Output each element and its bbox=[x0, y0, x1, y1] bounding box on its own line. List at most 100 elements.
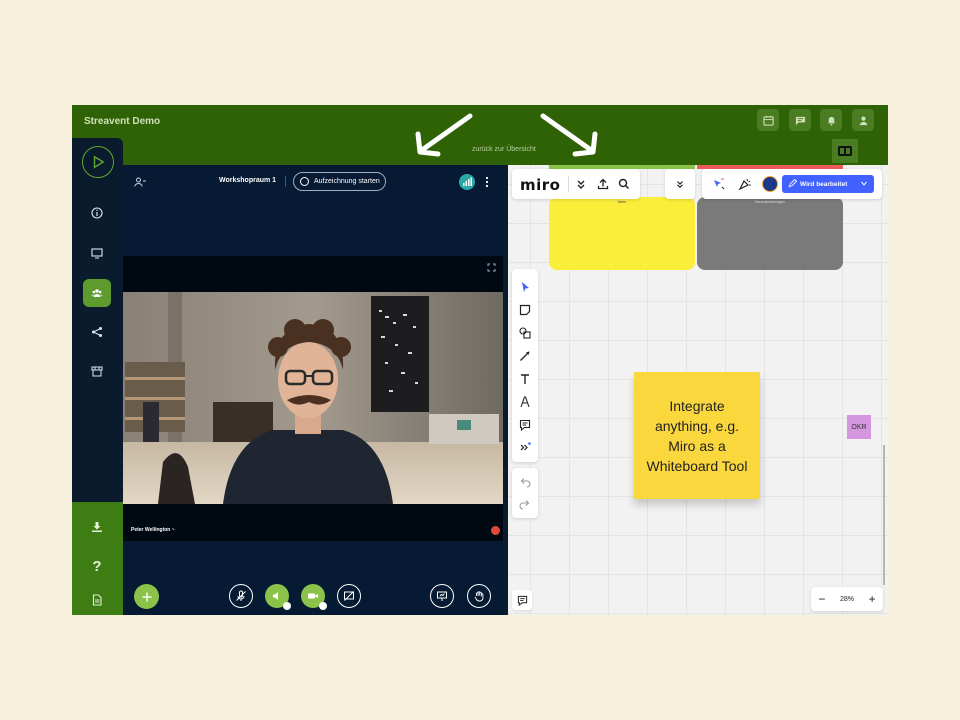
bell-icon bbox=[827, 116, 835, 126]
more-tools-icon[interactable] bbox=[519, 441, 531, 453]
sidebar-item-documents[interactable] bbox=[83, 586, 111, 614]
sidebar-item-share[interactable] bbox=[83, 318, 111, 346]
redo-icon[interactable] bbox=[519, 498, 531, 510]
sidebar-item-stage[interactable] bbox=[83, 239, 111, 267]
miro-logo[interactable]: miro bbox=[520, 176, 560, 194]
upload-icon[interactable] bbox=[597, 178, 609, 190]
frame-ideas[interactable]: Ideen bbox=[549, 197, 695, 270]
start-recording-button[interactable]: Aufzeichnung starten bbox=[293, 172, 386, 191]
double-chevron-down-icon[interactable] bbox=[575, 178, 587, 190]
avatar[interactable] bbox=[762, 176, 778, 192]
notifications-button[interactable] bbox=[820, 109, 842, 131]
comment-tool-icon[interactable] bbox=[519, 419, 531, 431]
info-icon bbox=[91, 207, 103, 219]
vertical-scrollbar[interactable] bbox=[883, 445, 885, 585]
store-icon bbox=[91, 366, 103, 377]
zoom-level: 28% bbox=[839, 595, 854, 603]
double-chevron-down-icon bbox=[677, 181, 683, 189]
participant-video-tile[interactable]: Peter Wellington ~ bbox=[123, 256, 503, 541]
sidebar-item-workshops[interactable] bbox=[83, 279, 111, 307]
frame-challenges-label: Herausforderungen bbox=[754, 200, 786, 204]
sidebar-item-info[interactable] bbox=[83, 199, 111, 227]
record-icon bbox=[300, 177, 309, 186]
camera-icon bbox=[308, 593, 318, 599]
miro-main-menu: miro bbox=[512, 169, 640, 199]
okr-sticky-note[interactable]: OKR bbox=[847, 415, 871, 439]
camera-settings-badge[interactable] bbox=[319, 602, 327, 610]
text-tool-icon[interactable] bbox=[519, 373, 531, 385]
play-icon bbox=[93, 155, 105, 169]
sidebar-item-play[interactable] bbox=[82, 146, 114, 178]
calendar-button[interactable] bbox=[757, 109, 779, 131]
sticky-note-text: Integrate anything, e.g. Miro as a White… bbox=[646, 397, 748, 474]
menu-divider bbox=[568, 176, 569, 192]
top-bar: Streavent Demo zurück zur Übersicht bbox=[72, 105, 888, 165]
camera-button[interactable] bbox=[301, 584, 327, 610]
pen-icon[interactable] bbox=[519, 396, 531, 408]
undo-redo-toolbar bbox=[512, 468, 538, 518]
more-options-icon[interactable] bbox=[485, 176, 489, 188]
group-icon bbox=[91, 289, 103, 297]
chat-icon bbox=[517, 595, 527, 606]
fullscreen-exit-button[interactable] bbox=[832, 139, 858, 163]
app-window: Streavent Demo zurück zur Übersicht ? Wo… bbox=[72, 105, 888, 615]
zoom-in-button[interactable]: + bbox=[869, 592, 876, 606]
speaker-icon bbox=[273, 592, 278, 600]
miro-whiteboard[interactable]: Ideen Herausforderungen miro Wird bearbe… bbox=[508, 165, 888, 615]
profile-button[interactable] bbox=[852, 109, 874, 131]
presentation-button[interactable] bbox=[430, 584, 454, 608]
board-comments-button[interactable] bbox=[512, 590, 532, 610]
shapes-icon[interactable] bbox=[519, 327, 531, 339]
microphone-off-icon bbox=[236, 590, 246, 601]
frame-challenges[interactable]: Herausforderungen bbox=[697, 197, 843, 270]
pencil-icon bbox=[788, 179, 797, 188]
download-icon bbox=[92, 522, 102, 532]
share-icon bbox=[92, 327, 102, 337]
video-header: Workshopraum 1 Aufzeichnung starten bbox=[123, 165, 503, 197]
collapse-button[interactable] bbox=[665, 169, 695, 199]
undo-icon[interactable] bbox=[519, 476, 531, 488]
expand-icon[interactable] bbox=[487, 263, 496, 272]
annotation-arrow-left-icon bbox=[415, 113, 473, 157]
sidebar-item-exhibition[interactable] bbox=[83, 357, 111, 385]
celebrate-icon[interactable] bbox=[738, 177, 752, 191]
mic-toggle-button[interactable] bbox=[229, 584, 253, 608]
chat-icon bbox=[795, 116, 805, 125]
sidebar-item-help[interactable]: ? bbox=[83, 552, 111, 580]
select-cursor-icon[interactable] bbox=[519, 281, 531, 293]
add-button[interactable] bbox=[134, 584, 159, 609]
user-icon bbox=[859, 116, 867, 125]
cursor-sharing-icon[interactable] bbox=[712, 178, 725, 190]
audio-settings-badge[interactable] bbox=[283, 602, 291, 610]
screen-share-off-icon bbox=[344, 591, 354, 601]
hand-icon bbox=[474, 591, 484, 602]
search-icon[interactable] bbox=[618, 178, 630, 190]
connector-line-icon[interactable] bbox=[519, 350, 531, 362]
participant-video-image bbox=[123, 292, 503, 504]
raise-hand-button[interactable] bbox=[467, 584, 491, 608]
chat-button[interactable] bbox=[789, 109, 811, 131]
connection-quality-badge[interactable] bbox=[459, 174, 475, 190]
sidebar-item-download[interactable] bbox=[83, 513, 111, 541]
miro-tools-toolbar bbox=[512, 269, 538, 462]
zoom-controls: − 28% + bbox=[811, 587, 883, 611]
calendar-icon bbox=[762, 115, 774, 126]
zoom-out-button[interactable]: − bbox=[818, 592, 825, 606]
header-divider bbox=[285, 176, 286, 187]
annotation-arrow-right-icon bbox=[540, 113, 598, 157]
document-icon bbox=[92, 594, 102, 606]
editing-status-button[interactable]: Wird bearbeitet bbox=[782, 175, 874, 193]
speaker-name: Peter Wellington ~ bbox=[131, 527, 175, 533]
audio-button[interactable] bbox=[265, 584, 291, 610]
participants-icon[interactable] bbox=[134, 177, 146, 187]
chevron-down-icon bbox=[861, 181, 867, 186]
screen-share-button[interactable] bbox=[337, 584, 361, 608]
sticky-note-icon[interactable] bbox=[519, 304, 531, 316]
plus-icon bbox=[142, 592, 151, 601]
sidebar: ? bbox=[72, 138, 123, 615]
back-to-overview-link[interactable]: zurück zur Übersicht bbox=[472, 146, 536, 153]
sticky-note[interactable]: Integrate anything, e.g. Miro as a White… bbox=[634, 372, 760, 499]
app-title: Streavent Demo bbox=[84, 116, 161, 127]
frame-ideas-label: Ideen bbox=[617, 200, 627, 204]
monitor-icon bbox=[91, 248, 103, 259]
